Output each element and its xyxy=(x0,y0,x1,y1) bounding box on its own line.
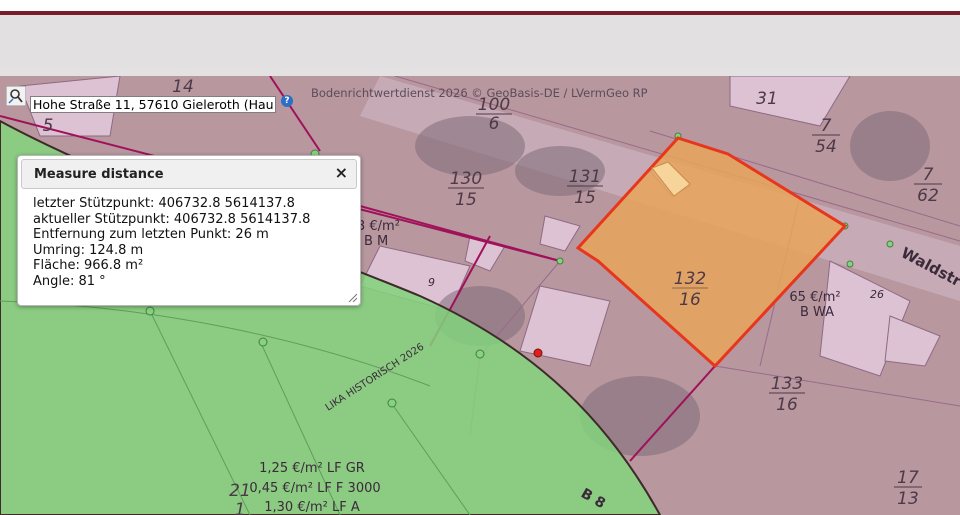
parcel-label: 5 xyxy=(43,116,54,136)
parcel-label: 1 xyxy=(235,500,246,515)
parcel-label: 131 xyxy=(569,167,601,187)
parcel-label: 132 xyxy=(674,269,706,289)
parcel-label: 16 xyxy=(679,290,701,310)
zone-use-right: B WA xyxy=(800,305,834,320)
resize-grip-icon[interactable] xyxy=(347,292,357,302)
parcel-label: 17 xyxy=(897,468,919,488)
address-search-input[interactable] xyxy=(30,96,276,113)
parcel-label: 7 xyxy=(923,165,934,185)
location-marker[interactable] xyxy=(533,348,543,358)
close-icon[interactable]: × xyxy=(335,164,348,182)
agri-price-line: 0,45 €/m² LF F 3000 xyxy=(249,481,380,496)
zone-price-right: 65 €/m² xyxy=(789,290,840,305)
current-vertex-line: aktueller Stützpunkt: 406732.8 5614137.8 xyxy=(33,211,311,227)
parcel-label: 133 xyxy=(771,374,803,394)
parcel-label: 6 xyxy=(489,114,500,134)
measure-distance-dialog[interactable]: Measure distance × letzter Stützpunkt: 4… xyxy=(17,155,361,306)
top-white-strip xyxy=(0,0,960,11)
parcel-label: 15 xyxy=(574,188,596,208)
area-line: Fläche: 966.8 m² xyxy=(33,258,144,274)
house-number: 26 xyxy=(870,288,884,301)
parcel-label: 14 xyxy=(172,77,194,97)
zone-use-left: B M xyxy=(364,234,388,249)
angle-line: Angle: 81 ° xyxy=(33,273,106,289)
search-location-icon[interactable] xyxy=(6,86,26,106)
dialog-title: Measure distance xyxy=(34,167,164,182)
help-icon[interactable]: ? xyxy=(281,95,293,107)
parcel-label: 54 xyxy=(815,137,837,157)
parcel-label: 31 xyxy=(756,89,778,109)
agri-price-line: 1,25 €/m² LF GR xyxy=(259,461,365,476)
map-attribution: Bodenrichtwertdienst 2026 © GeoBasis-DE … xyxy=(311,86,648,100)
last-vertex-line: letzter Stützpunkt: 406732.8 5614137.8 xyxy=(33,196,295,211)
dialog-header[interactable]: Measure distance × xyxy=(21,159,357,189)
zone-price-left: 3 €/m² xyxy=(357,219,400,234)
parcel-label: 15 xyxy=(455,190,477,210)
house-number: 9 xyxy=(428,276,435,289)
parcel-label: 130 xyxy=(450,169,482,189)
parcel-label: 13 xyxy=(897,489,919,509)
perimeter-line: Umring: 124.8 m xyxy=(33,242,144,258)
parcel-label: 16 xyxy=(776,395,798,415)
parcel-label: 62 xyxy=(917,186,939,206)
parcel-label: 21 xyxy=(229,481,251,501)
measure-results: letzter Stützpunkt: 406732.8 5614137.8 a… xyxy=(33,196,310,290)
toolbar-area xyxy=(0,15,960,68)
distance-line: Entfernung zum letzten Punkt: 26 m xyxy=(33,227,269,243)
parcel-label: 7 xyxy=(821,116,832,136)
agri-price-line: 1,30 €/m² LF A xyxy=(264,500,360,515)
